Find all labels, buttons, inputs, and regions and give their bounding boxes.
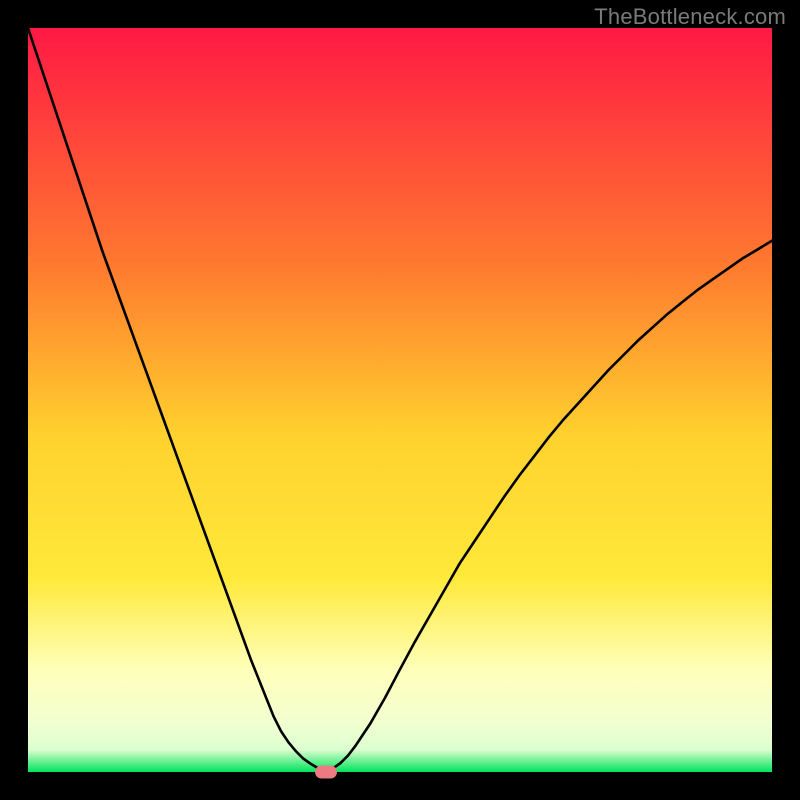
watermark-text: TheBottleneck.com xyxy=(594,4,786,30)
gradient-background xyxy=(28,28,772,772)
optimal-marker xyxy=(315,766,337,779)
chart-frame: TheBottleneck.com xyxy=(0,0,800,800)
plot-area xyxy=(28,28,772,772)
plot-svg xyxy=(28,28,772,772)
